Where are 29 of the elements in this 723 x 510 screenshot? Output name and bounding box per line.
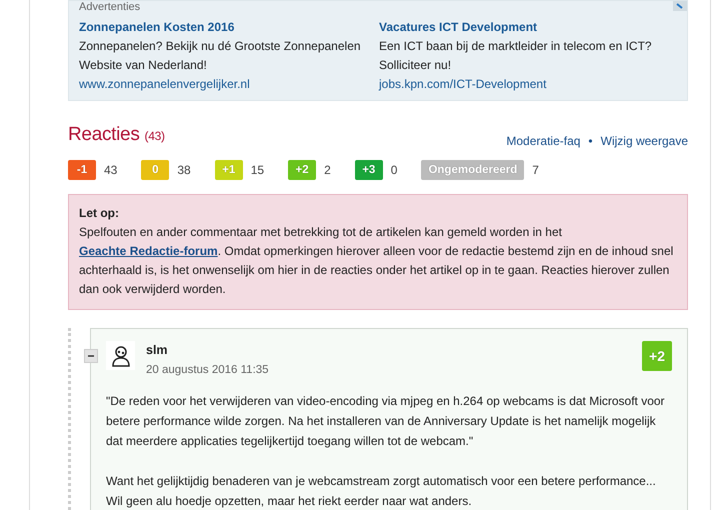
- comment-author[interactable]: slm: [146, 341, 631, 359]
- ad-description: Een ICT baan bij de marktleider in telecom en ICT? Solliciteer nu!: [379, 38, 653, 74]
- score-count: 0: [390, 163, 398, 177]
- comment-score-badge: +2: [642, 341, 672, 371]
- comment-paragraph: "De reden voor het verwijderen van video-encoding via mjpeg en h.264 op webcams is dat Microsoft voor betere performance wilde zorgen. Na het installeren van de Anniversary Update is het namelijk mogelijk dat meerdere applicaties tegelijkertijd toegang willen tot de webcam.": [106, 393, 666, 450]
- reactions-heading: Reacties (43): [68, 123, 165, 147]
- avatar-icon: [106, 341, 135, 370]
- score-count: 43: [104, 163, 118, 177]
- notice-title: Let op:: [79, 205, 120, 222]
- score-count: 7: [532, 163, 539, 177]
- score-count: 15: [250, 163, 264, 177]
- header-link[interactable]: Wijzig weergave: [600, 134, 688, 148]
- ads-label: Advertenties: [79, 1, 142, 14]
- ad-title-link[interactable]: Zonnepanelen Kosten 2016: [79, 18, 379, 37]
- ad-description: Zonnepanelen? Bekijk nu dé Grootste Zonnepanelen Website van Nederland!: [79, 38, 362, 74]
- ad-url-link[interactable]: jobs.kpn.com/ICT-Development: [379, 75, 677, 94]
- notice-text: Spelfouten en ander commentaar met betrekking tot de artikelen kan gemeld worden in het Geachte Redactie-forum. Omdat opmerkingen hierover alleen voor de redactie bestemd zijn en de inhoud snel achterhaald is, is het onwenselijk om hier in de reacties onder het artikel op in te gaan. Reacties hierover zullen dan ook verwijderd worden.: [79, 224, 674, 298]
- collapse-button[interactable]: −: [84, 349, 98, 363]
- forum-link[interactable]: Geachte Redactie-forum: [79, 244, 218, 258]
- ad-url-link[interactable]: www.zonnepanelenvergelijker.nl: [79, 75, 379, 94]
- ad-title-link[interactable]: Vacatures ICT Development: [379, 18, 677, 37]
- score-count: 38: [177, 163, 191, 177]
- comment-paragraph: Want het gelijktijdig benaderen van je webcamstream zorgt automatisch voor een betere performance... Wil geen alu hoedje opzetten, maar het riekt eerder naar wat anders.: [106, 473, 657, 510]
- header-link[interactable]: Moderatie-faq: [506, 134, 580, 148]
- link-separator: •: [588, 134, 593, 148]
- score-filter-button[interactable]: -1: [68, 160, 96, 180]
- comment-date: 20 augustus 2016 11:35: [146, 363, 270, 378]
- score-filter-button[interactable]: +3: [354, 160, 383, 180]
- score-count: 2: [324, 163, 331, 177]
